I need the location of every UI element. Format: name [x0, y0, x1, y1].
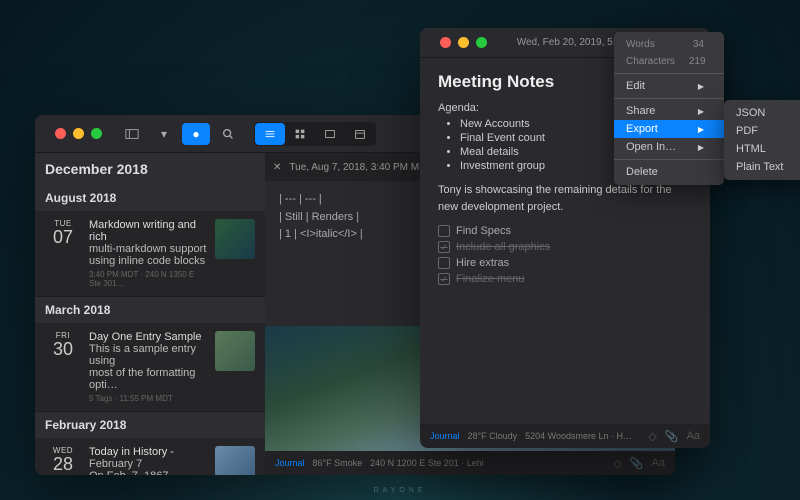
checkbox-icon[interactable]: ✓ — [438, 241, 450, 253]
entry-preview: Today in History -February 7On Feb. 7, 1… — [89, 446, 207, 475]
brand-watermark: DAYONE — [373, 487, 426, 494]
location-label: 5204 Woodsmere Ln · H… — [525, 431, 632, 441]
attachment-icon[interactable]: 📎 — [665, 430, 679, 443]
checklist-item[interactable]: ✓Finalize menu — [438, 273, 692, 285]
checklist-item[interactable]: Find Specs — [438, 225, 692, 237]
entry-row[interactable]: WED28 Today in History -February 7On Feb… — [35, 438, 265, 475]
note-paragraph: Tony is showcasing the remaining details… — [438, 182, 692, 215]
entry-context-menu: Words34 Characters219 Edit Share Export … — [614, 32, 724, 185]
entry-thumbnail — [215, 219, 255, 259]
sidebar-toggle-icon[interactable] — [118, 123, 146, 145]
month-header: February 2018 — [35, 412, 265, 438]
map-view-icon[interactable] — [315, 123, 345, 145]
entry-preview: Day One Entry SampleThis is a sample ent… — [89, 331, 207, 403]
filter-icon[interactable]: ▾ — [150, 123, 178, 145]
export-json[interactable]: JSON — [724, 104, 800, 122]
date-box: TUE07 — [45, 219, 81, 288]
menu-open-in[interactable]: Open In… — [614, 138, 724, 156]
tag-icon[interactable]: ◇ — [613, 457, 621, 470]
export-html[interactable]: HTML — [724, 140, 800, 158]
export-pdf[interactable]: PDF — [724, 122, 800, 140]
date-box: WED28 — [45, 446, 81, 475]
traffic-lights — [428, 28, 499, 58]
text-style-icon[interactable]: Aa — [652, 457, 665, 469]
entry-thumbnail — [215, 331, 255, 371]
close-tab-icon[interactable]: ✕ — [273, 162, 281, 173]
grid-view-icon[interactable] — [285, 123, 315, 145]
checkbox-icon[interactable]: ✓ — [438, 273, 450, 285]
menu-share[interactable]: Share — [614, 102, 724, 120]
journal-label[interactable]: Journal — [275, 458, 305, 468]
search-icon[interactable] — [214, 123, 242, 145]
list-view-icon[interactable] — [255, 123, 285, 145]
minimize-icon[interactable] — [73, 128, 84, 139]
traffic-lights — [43, 118, 114, 149]
checklist-item[interactable]: ✓Include all graphics — [438, 241, 692, 253]
entry-thumbnail — [215, 446, 255, 475]
month-header: August 2018 — [35, 185, 265, 211]
menu-edit[interactable]: Edit — [614, 77, 724, 95]
export-plain-text[interactable]: Plain Text — [724, 158, 800, 176]
close-icon[interactable] — [440, 37, 451, 48]
text-style-icon[interactable]: Aa — [687, 430, 700, 442]
view-switcher — [254, 122, 376, 146]
tag-icon[interactable]: ◇ — [648, 430, 656, 443]
word-count-stat: Words34 — [614, 36, 724, 53]
minimize-icon[interactable] — [458, 37, 469, 48]
entry-list-sidebar: December 2018 August 2018TUE07 Markdown … — [35, 153, 265, 475]
tab-date: Tue, Aug 7, 2018, 3:40 PM MDT — [289, 162, 432, 173]
zoom-icon[interactable] — [91, 128, 102, 139]
journal-label[interactable]: Journal — [430, 431, 460, 441]
weather-label: 28°F Cloudy — [468, 431, 518, 441]
checklist-item[interactable]: Hire extras — [438, 257, 692, 269]
location-pin-icon[interactable]: ● — [182, 123, 210, 145]
date-box: FRI30 — [45, 331, 81, 403]
month-header: March 2018 — [35, 297, 265, 323]
menu-delete[interactable]: Delete — [614, 163, 724, 181]
note-status-bar: Journal 28°F Cloudy 5204 Woodsmere Ln · … — [420, 424, 710, 448]
weather-label: 86°F Smoke — [313, 458, 363, 468]
location-label: 240 N 1200 E Ste 201 · Lehi — [370, 458, 484, 468]
entry-preview: Markdown writing and richmulti-markdown … — [89, 219, 207, 288]
export-submenu: JSON PDF HTML Plain Text — [724, 100, 800, 180]
checkbox-icon[interactable] — [438, 257, 450, 269]
char-count-stat: Characters219 — [614, 53, 724, 70]
editor-status-bar: Journal 86°F Smoke 240 N 1200 E Ste 201 … — [265, 451, 675, 475]
menu-export[interactable]: Export — [614, 120, 724, 138]
close-icon[interactable] — [55, 128, 66, 139]
calendar-view-icon[interactable] — [345, 123, 375, 145]
current-month-header: December 2018 — [35, 153, 265, 185]
entry-row[interactable]: FRI30 Day One Entry SampleThis is a samp… — [35, 323, 265, 412]
checkbox-icon[interactable] — [438, 225, 450, 237]
checklist: Find Specs ✓Include all graphics Hire extr… — [438, 225, 692, 285]
entry-row[interactable]: TUE07 Markdown writing and richmulti-mar… — [35, 211, 265, 297]
zoom-icon[interactable] — [476, 37, 487, 48]
attachment-icon[interactable]: 📎 — [630, 457, 644, 470]
